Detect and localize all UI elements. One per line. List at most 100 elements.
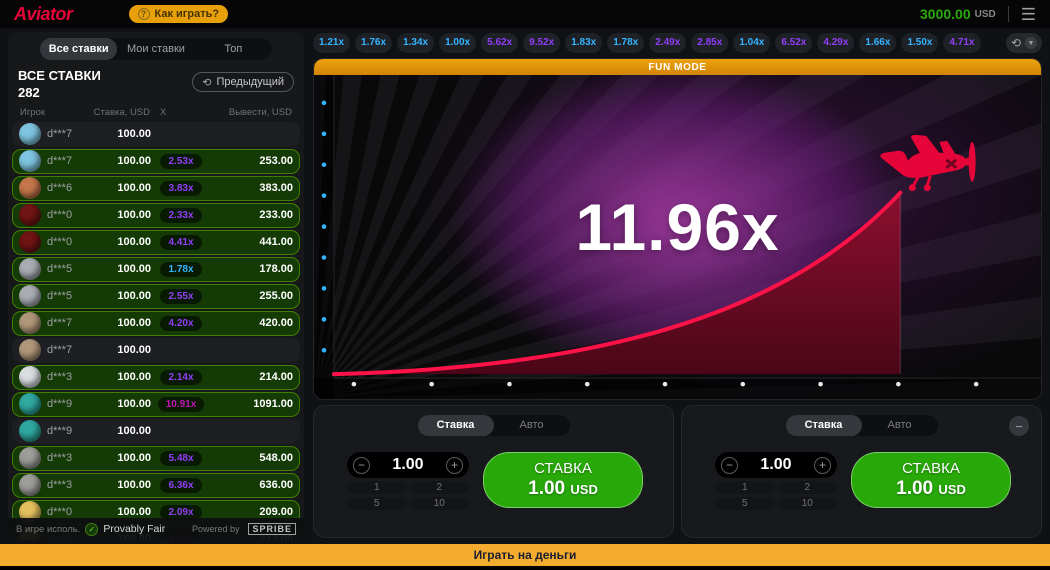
player-avatar — [19, 312, 41, 334]
player-name: d***9 — [47, 425, 83, 437]
bet-tab[interactable]: Ставка — [786, 415, 862, 436]
payout-amount: 209.00 — [211, 506, 293, 518]
menu-icon[interactable]: ☰ — [1021, 6, 1036, 23]
decrease-amount-button[interactable]: − — [721, 457, 738, 474]
player-name: d***7 — [47, 344, 83, 356]
player-avatar — [19, 258, 41, 280]
aviator-logo: Aviator — [14, 4, 73, 25]
play-for-money-button[interactable]: Играть на деньги — [0, 544, 1050, 566]
bet-amount: 100.00 — [87, 506, 151, 518]
collapse-panel-button[interactable]: − — [1009, 416, 1029, 436]
bet-button-currency: USD — [938, 482, 965, 497]
round-history-list: 1.21x1.76x1.34x1.00x5.62x9.52x1.83x1.78x… — [313, 32, 1042, 54]
game-canvas-panel: FUN MODE — [313, 58, 1042, 400]
provably-fair-link[interactable]: Provably Fair — [103, 523, 165, 535]
bet-row: d***5 100.00 2.55x 255.00 — [12, 284, 300, 309]
history-multiplier-chip[interactable]: 4.71x — [943, 33, 980, 53]
multiplier-badge: 3.83x — [160, 181, 201, 196]
bet-tab[interactable]: Ставка — [418, 415, 494, 436]
quick-bet-5[interactable]: 5 — [347, 497, 407, 510]
bet-amount: 100.00 — [87, 155, 151, 167]
tab-top[interactable]: Топ — [195, 38, 272, 60]
bet-amount: 100.00 — [87, 263, 151, 275]
quick-bet-2[interactable]: 2 — [778, 481, 838, 494]
history-multiplier-chip[interactable]: 1.78x — [607, 33, 644, 53]
multiplier-badge: 2.14x — [160, 370, 201, 385]
player-avatar — [19, 474, 41, 496]
y-axis-dot — [322, 132, 327, 137]
player-name: d***0 — [47, 209, 83, 221]
quick-bet-2[interactable]: 2 — [410, 481, 470, 494]
bet-row: d***7 100.00 — [12, 338, 300, 363]
bet-row: d***7 100.00 2.53x 253.00 — [12, 149, 300, 174]
x-axis-dot — [741, 382, 746, 387]
history-multiplier-chip[interactable]: 1.66x — [859, 33, 896, 53]
place-bet-button[interactable]: СТАВКА 1.00 USD — [851, 452, 1011, 508]
spribe-logo[interactable]: SPRIBE — [248, 523, 296, 535]
x-axis-dot — [818, 382, 823, 387]
history-multiplier-chip[interactable]: 5.62x — [481, 33, 518, 53]
increase-amount-button[interactable]: + — [814, 457, 831, 474]
player-name: d***6 — [47, 182, 83, 194]
bet-amount-value[interactable]: 1.00 — [760, 456, 791, 474]
bet-row: d***3 100.00 2.14x 214.00 — [12, 365, 300, 390]
bet-amount: 100.00 — [87, 398, 151, 410]
y-axis-dot — [322, 224, 327, 229]
multiplier-badge: 4.20x — [160, 316, 201, 331]
payout-amount: 548.00 — [211, 452, 293, 464]
previous-round-button[interactable]: ⟲ Предыдущий — [192, 72, 294, 92]
bet-amount-value[interactable]: 1.00 — [392, 456, 423, 474]
history-multiplier-chip[interactable]: 1.76x — [355, 33, 392, 53]
history-dropdown-button[interactable]: ⟲ ▼ — [1006, 33, 1042, 53]
history-multiplier-chip[interactable]: 1.21x — [313, 33, 350, 53]
bet-row: d***5 100.00 1.78x 178.00 — [12, 257, 300, 282]
multiplier-badge: 1.78x — [160, 262, 201, 277]
place-bet-button[interactable]: СТАВКА 1.00 USD — [483, 452, 643, 508]
player-avatar — [19, 204, 41, 226]
bet-amount: 100.00 — [87, 236, 151, 248]
history-multiplier-chip[interactable]: 6.52x — [775, 33, 812, 53]
history-multiplier-chip[interactable]: 1.04x — [733, 33, 770, 53]
history-multiplier-chip[interactable]: 9.52x — [523, 33, 560, 53]
y-axis-dot — [322, 317, 327, 322]
history-multiplier-chip[interactable]: 1.00x — [439, 33, 476, 53]
bets-count: 282 — [18, 85, 101, 102]
bet-button-amount: 1.00 — [528, 478, 565, 499]
multiplier-badge: 6.36x — [160, 478, 201, 493]
sidebar-footer: В игре исполь. ✓ Provably Fair Powered b… — [8, 518, 304, 540]
multiplier-badge: 2.53x — [160, 154, 201, 169]
player-avatar — [19, 285, 41, 307]
auto-tab[interactable]: Авто — [862, 415, 938, 436]
history-multiplier-chip[interactable]: 4.29x — [817, 33, 854, 53]
tab-my-bets[interactable]: Мои ставки — [117, 38, 194, 60]
history-multiplier-chip[interactable]: 1.50x — [901, 33, 938, 53]
player-avatar — [19, 150, 41, 172]
balance-value: 3000.00 — [920, 6, 971, 22]
how-to-play-button[interactable]: ? Как играть? — [129, 5, 229, 23]
bet-button-amount: 1.00 — [896, 478, 933, 499]
quick-bet-10[interactable]: 10 — [410, 497, 470, 510]
payout-amount: 255.00 — [211, 290, 293, 302]
y-axis-dot — [322, 348, 327, 353]
player-avatar — [19, 339, 41, 361]
history-multiplier-chip[interactable]: 2.85x — [691, 33, 728, 53]
quick-bet-10[interactable]: 10 — [778, 497, 838, 510]
quick-bet-5[interactable]: 5 — [715, 497, 775, 510]
decrease-amount-button[interactable]: − — [353, 457, 370, 474]
tab-all-bets[interactable]: Все ставки — [40, 38, 117, 60]
player-name: d***7 — [47, 317, 83, 329]
x-axis-dot — [974, 382, 979, 387]
quick-bet-1[interactable]: 1 — [715, 481, 775, 494]
history-multiplier-chip[interactable]: 1.34x — [397, 33, 434, 53]
bet-amount: 100.00 — [87, 317, 151, 329]
player-name: d***5 — [47, 263, 83, 275]
x-axis-dot — [896, 382, 901, 387]
bet-amount: 100.00 — [87, 182, 151, 194]
history-multiplier-chip[interactable]: 2.49x — [649, 33, 686, 53]
auto-tab[interactable]: Авто — [494, 415, 570, 436]
history-multiplier-chip[interactable]: 1.83x — [565, 33, 602, 53]
quick-bet-1[interactable]: 1 — [347, 481, 407, 494]
increase-amount-button[interactable]: + — [446, 457, 463, 474]
bets-tabs: Все ставки Мои ставки Топ — [40, 38, 272, 60]
bet-panel-1: Ставка Авто − 1.00 + 1 2 5 10 СТАВКА 1.0… — [313, 405, 674, 538]
